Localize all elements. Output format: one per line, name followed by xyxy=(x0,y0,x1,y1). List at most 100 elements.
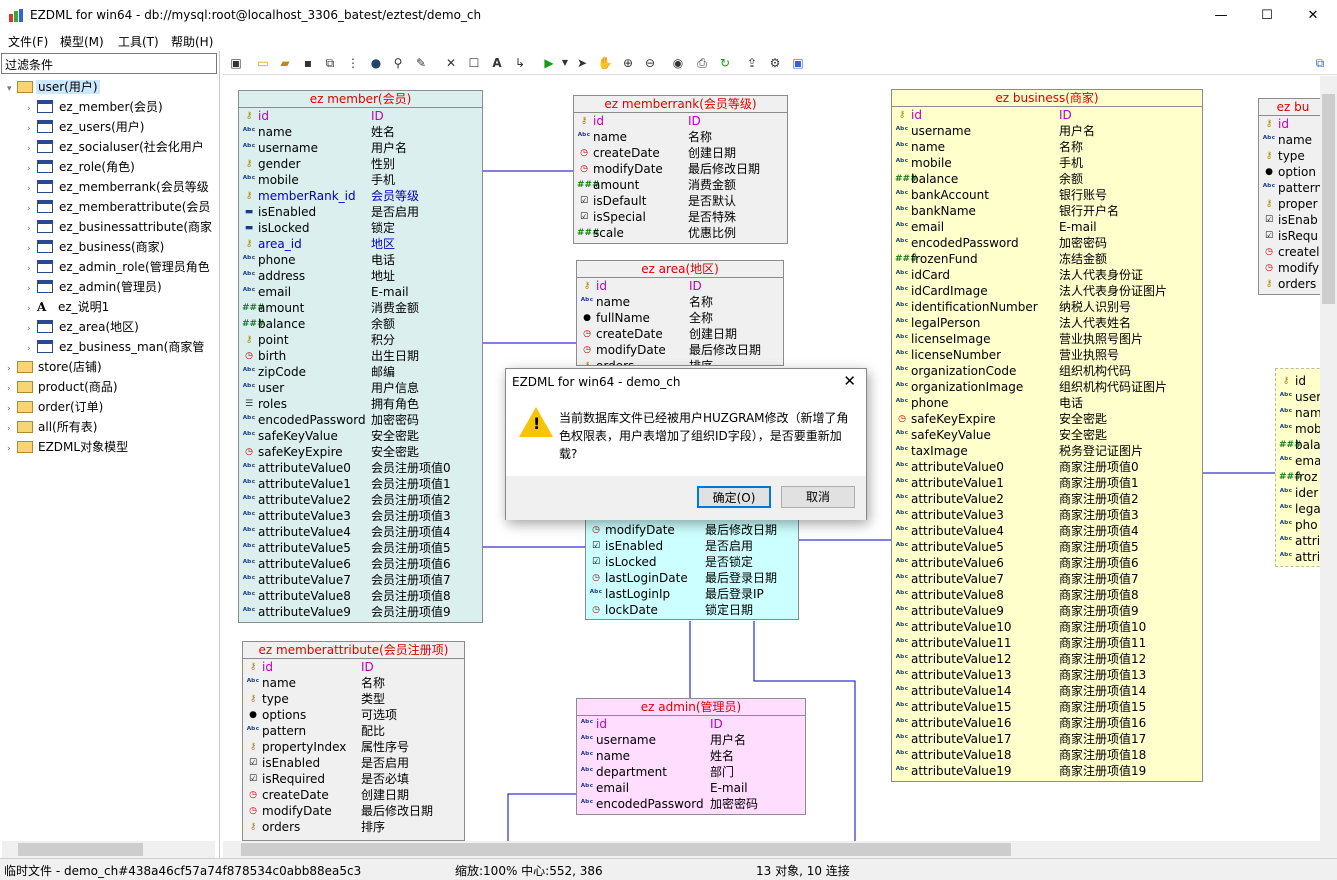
entity-field-row[interactable]: ◷ safeKeyExpire 安全密匙 xyxy=(892,411,1202,427)
entity-field-row[interactable]: ◷ createDate 创建日期 xyxy=(574,145,787,161)
entity-field-row[interactable]: ᴬᵇᶜ licenseNumber 营业执照号 xyxy=(892,347,1202,363)
chevron-right-icon[interactable]: › xyxy=(27,319,37,339)
entity-field-row[interactable]: ᴬᵇᶜ name 姓名 xyxy=(239,124,482,140)
entity-field-row[interactable]: ᴬᵇᶜ attributeValue4 会员注册项值4 xyxy=(239,524,482,540)
entity-field-row[interactable]: ᴬᵇᶜ phone 电话 xyxy=(239,252,482,268)
entity-field-row[interactable]: ### balance 余额 xyxy=(239,316,482,332)
entity-field-row[interactable]: ⚷ proper xyxy=(1259,196,1320,212)
entity-field-row[interactable]: ☰ roles 拥有角色 xyxy=(239,396,482,412)
entity-field-row[interactable]: ☑ isLocked 是否锁定 xyxy=(586,554,798,570)
tree-item[interactable]: › ez_member(会员) xyxy=(27,97,165,117)
entity-field-row[interactable]: ᴬᵇᶜ attributeValue11 商家注册项值11 xyxy=(892,635,1202,651)
entity-field-row[interactable]: ◷ modifyDate 最后修改日期 xyxy=(577,342,783,358)
entity-field-row[interactable]: ᴬᵇᶜ department 部门 xyxy=(577,764,805,780)
close-button[interactable]: ✕ xyxy=(1290,0,1336,31)
entity-field-row[interactable]: ☑ isEnabled 是否启用 xyxy=(586,538,798,554)
canvas-vertical-scrollbar[interactable] xyxy=(1320,76,1337,858)
entity-field-row[interactable]: ᴬᵇᶜ bankName 银行开户名 xyxy=(892,203,1202,219)
entity-field-row[interactable]: ᴬᵇᶜ organizationCode 组织机构代码 xyxy=(892,363,1202,379)
entity-field-row[interactable]: ᴬᵇᶜ user xyxy=(1276,389,1320,405)
menu-model[interactable]: 模型(M) xyxy=(60,33,104,50)
panel-toggle-icon[interactable]: ▣ xyxy=(227,54,245,72)
entity-field-row[interactable]: ᴬᵇᶜ attributeValue8 商家注册项值8 xyxy=(892,587,1202,603)
entity-field-row[interactable]: ᴬᵇᶜ attributeValue18 商家注册项值18 xyxy=(892,747,1202,763)
entity-bizattr[interactable]: ez bu ⚷ id ᴬᵇᶜ name ⚷ type ● option ᴬᵇᶜ pattern ⚷ pr… xyxy=(1258,98,1320,295)
entity-field-row[interactable]: ☑ isDefault 是否默认 xyxy=(574,193,787,209)
chevron-right-icon[interactable]: › xyxy=(27,339,37,359)
entity-field-row[interactable]: ◷ lastLoginDate 最后登录日期 xyxy=(586,570,798,586)
entity-field-row[interactable]: ᴬᵇᶜ name 名称 xyxy=(577,294,783,310)
entity-field-row[interactable]: ᴬᵇᶜ name xyxy=(1259,132,1320,148)
entity-field-row[interactable]: ᴬᵇᶜ attributeValue17 商家注册项值17 xyxy=(892,731,1202,747)
entity-field-row[interactable]: ᴬᵇᶜ safeKeyValue 安全密匙 xyxy=(239,428,482,444)
entity-bizman[interactable]: ⚷ id ᴬᵇᶜ user ᴬᵇᶜ nam ᴬᵇᶜ mob ### bala ᴬᵇᶜ ema ### fr… xyxy=(1275,368,1320,567)
zoom-out-icon[interactable]: ⊖ xyxy=(641,54,659,72)
entity-field-row[interactable]: ᴬᵇᶜ attributeValue1 会员注册项值1 xyxy=(239,476,482,492)
entity-field-row[interactable]: ᴬᵇᶜ phone 电话 xyxy=(892,395,1202,411)
entity-field-row[interactable]: ◷ createl xyxy=(1259,244,1320,260)
find-icon[interactable]: ⚲ xyxy=(389,54,407,72)
link-icon[interactable]: ↳ xyxy=(511,54,529,72)
entity-field-row[interactable]: ᴬᵇᶜ nam xyxy=(1276,405,1320,421)
tree-item[interactable]: › ez_admin_role(管理员角色 xyxy=(27,257,212,277)
chevron-right-icon[interactable]: › xyxy=(27,259,37,279)
entity-field-row[interactable]: ⚷ orders 排序 xyxy=(243,819,464,835)
entity-field-row[interactable]: ᴬᵇᶜ attributeValue2 商家注册项值2 xyxy=(892,491,1202,507)
entity-field-row[interactable]: ᴬᵇᶜ attributeValue6 商家注册项值6 xyxy=(892,555,1202,571)
tree-item[interactable]: › ez_role(角色) xyxy=(27,157,137,177)
chevron-right-icon[interactable]: › xyxy=(27,179,37,199)
entity-field-row[interactable]: ◷ createDate 创建日期 xyxy=(577,326,783,342)
table-icon[interactable]: ☐ xyxy=(465,54,483,72)
entity-field-row[interactable]: ᴬᵇᶜ attributeValue1 商家注册项值1 xyxy=(892,475,1202,491)
entity-field-row[interactable]: ᴬᵇᶜ attri xyxy=(1276,533,1320,549)
entity-field-row[interactable]: ᴬᵇᶜ attributeValue4 商家注册项值4 xyxy=(892,523,1202,539)
entity-field-row[interactable]: ᴬᵇᶜ pho xyxy=(1276,517,1320,533)
new-icon[interactable]: ▭ xyxy=(254,54,272,72)
ok-button[interactable]: 确定(O) xyxy=(697,486,771,508)
entity-field-row[interactable]: ⚷ id ID xyxy=(577,278,783,294)
entity-admin[interactable]: ez admin(管理员) ᴬᵇᶜ id ID ᴬᵇᶜ username 用户名 ᴬᵇᶜ nam… xyxy=(576,698,806,815)
tree-horizontal-scrollbar[interactable] xyxy=(2,841,215,858)
entity-field-row[interactable]: ᴬᵇᶜ taxImage 税务登记证图片 xyxy=(892,443,1202,459)
entity-field-row[interactable]: ᴬᵇᶜ name 名称 xyxy=(574,129,787,145)
entity-field-row[interactable]: ⚷ memberRank_id 会员等级 xyxy=(239,188,482,204)
entity-field-row[interactable]: ☑ isRequired 是否必填 xyxy=(243,771,464,787)
entity-field-row[interactable]: ᴬᵇᶜ address 地址 xyxy=(239,268,482,284)
text-icon[interactable]: A xyxy=(488,54,506,72)
entity-field-row[interactable]: ### amount 消费金额 xyxy=(574,177,787,193)
entity-field-row[interactable]: ᴬᵇᶜ attri xyxy=(1276,549,1320,565)
chevron-right-icon[interactable]: › xyxy=(27,139,37,159)
entity-field-row[interactable]: ᴬᵇᶜ mob xyxy=(1276,421,1320,437)
entity-field-row[interactable]: ### froz xyxy=(1276,469,1320,485)
entity-field-row[interactable]: ᴬᵇᶜ attributeValue12 商家注册项值12 xyxy=(892,651,1202,667)
chevron-right-icon[interactable]: › xyxy=(27,279,37,299)
entity-field-row[interactable]: ### bala xyxy=(1276,437,1320,453)
entity-field-row[interactable]: ᴬᵇᶜ mobile 手机 xyxy=(892,155,1202,171)
entity-field-row[interactable]: ᴬᵇᶜ attributeValue5 会员注册项值5 xyxy=(239,540,482,556)
entity-field-row[interactable]: ● options 可选项 xyxy=(243,707,464,723)
save-icon[interactable]: ▪ xyxy=(299,54,317,72)
entity-field-row[interactable]: ᴬᵇᶜ attributeValue14 商家注册项值14 xyxy=(892,683,1202,699)
chevron-right-icon[interactable]: › xyxy=(27,119,37,139)
export-icon[interactable]: ⇪ xyxy=(743,54,761,72)
entity-field-row[interactable]: ᴬᵇᶜ attributeValue9 会员注册项值9 xyxy=(239,604,482,620)
tree-item[interactable]: › ez_memberrank(会员等级 xyxy=(27,177,211,197)
tree-item[interactable]: › EZDML对象模型 xyxy=(7,437,130,457)
entity-field-row[interactable]: ᴬᵇᶜ attributeValue2 会员注册项值2 xyxy=(239,492,482,508)
fullscreen-icon[interactable]: ▣ xyxy=(789,54,807,72)
entity-field-row[interactable]: ᴬᵇᶜ attributeValue7 商家注册项值7 xyxy=(892,571,1202,587)
entity-field-row[interactable]: ᴬᵇᶜ idCardImage 法人代表身份证图片 xyxy=(892,283,1202,299)
chevron-down-icon[interactable]: ▼ xyxy=(556,54,574,72)
chevron-right-icon[interactable]: › xyxy=(7,419,17,439)
entity-field-row[interactable]: ### scale 优惠比例 xyxy=(574,225,787,241)
entity-field-row[interactable]: ● option xyxy=(1259,164,1320,180)
entity-field-row[interactable]: ᴬᵇᶜ pattern xyxy=(1259,180,1320,196)
entity-field-row[interactable]: ◷ modifyDate 最后修改日期 xyxy=(243,803,464,819)
entity-field-row[interactable]: ᴬᵇᶜ email E-mail xyxy=(239,284,482,300)
entity-field-row[interactable]: ᴬᵇᶜ attributeValue3 会员注册项值3 xyxy=(239,508,482,524)
chevron-right-icon[interactable]: › xyxy=(27,199,37,219)
entity-field-row[interactable]: ⚷ propertyIndex 属性序号 xyxy=(243,739,464,755)
entity-field-row[interactable]: ⚷ orders 排序 xyxy=(577,358,783,365)
entity-field-row[interactable]: ▬ isLocked 锁定 xyxy=(239,220,482,236)
tree-item[interactable]: › ez_users(用户) xyxy=(27,117,146,137)
